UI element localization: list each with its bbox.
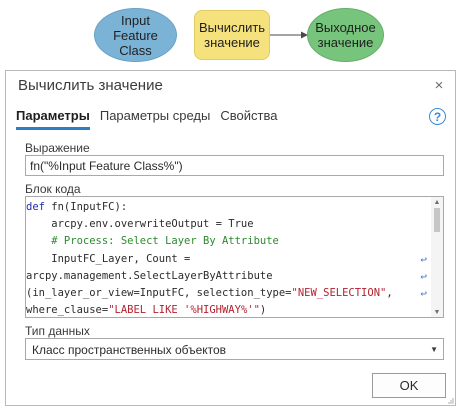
code-line: def fn(InputFC):	[26, 201, 128, 213]
ok-button[interactable]: OK	[372, 373, 446, 398]
close-icon[interactable]: ×	[429, 75, 449, 95]
scroll-down-icon[interactable]: ▼	[433, 308, 441, 316]
dialog-titlebar[interactable]: Вычислить значение ×	[6, 71, 455, 99]
word-wrap-icon: ↩	[420, 269, 427, 283]
model-diagram: Input Feature Class Вычислить значение В…	[0, 0, 461, 66]
dialog-title: Вычислить значение	[18, 77, 163, 94]
datatype-select[interactable]: Класс пространственных объектов ▼	[25, 338, 444, 360]
datatype-selected-value: Класс пространственных объектов	[32, 343, 227, 357]
code-line: arcpy.management.SelectLayerByAttribute ↩	[26, 268, 430, 285]
scroll-thumb[interactable]	[434, 208, 440, 232]
calculate-value-tool-node[interactable]: Вычислить значение	[194, 10, 270, 60]
code-block-editor[interactable]: def fn(InputFC): arcpy.env.overwriteOutp…	[25, 196, 444, 318]
calculate-value-dialog: Вычислить значение × Параметры Параметры…	[5, 70, 456, 406]
datatype-label: Тип данных	[25, 324, 90, 338]
help-icon[interactable]: ?	[429, 108, 446, 125]
input-feature-class-node[interactable]: Input Feature Class	[94, 8, 177, 62]
word-wrap-icon: ↩	[420, 252, 427, 266]
expression-input[interactable]: fn("%Input Feature Class%")	[25, 155, 444, 176]
code-lines: def fn(InputFC): arcpy.env.overwriteOutp…	[26, 199, 430, 317]
tab-parameters[interactable]: Параметры	[16, 108, 90, 130]
dropdown-arrow-icon: ▼	[430, 345, 438, 354]
tab-bar: Параметры Параметры среды Свойства	[16, 108, 287, 130]
tab-environments[interactable]: Параметры среды	[100, 108, 211, 130]
output-value-node[interactable]: Выходное значение	[307, 8, 384, 62]
code-block-label: Блок кода	[25, 182, 81, 196]
scroll-up-icon[interactable]: ▲	[433, 198, 441, 206]
connector-arrow	[270, 31, 308, 39]
code-line: # Process: Select Layer By Attribute	[26, 235, 279, 248]
word-wrap-icon: ↩	[420, 286, 427, 300]
tab-properties[interactable]: Свойства	[220, 108, 277, 130]
code-line: InputFC_Layer, Count = ↩	[26, 251, 430, 268]
code-scrollbar[interactable]: ▲ ▼	[431, 197, 443, 317]
code-line: (in_layer_or_view=InputFC, selection_typ…	[26, 285, 430, 302]
code-line: where_clause="LABEL LIKE '%HIGHWAY%'")	[26, 304, 267, 317]
code-line: arcpy.env.overwriteOutput = True	[26, 218, 254, 231]
resize-grip-icon[interactable]	[446, 396, 454, 404]
expression-label: Выражение	[25, 141, 90, 155]
